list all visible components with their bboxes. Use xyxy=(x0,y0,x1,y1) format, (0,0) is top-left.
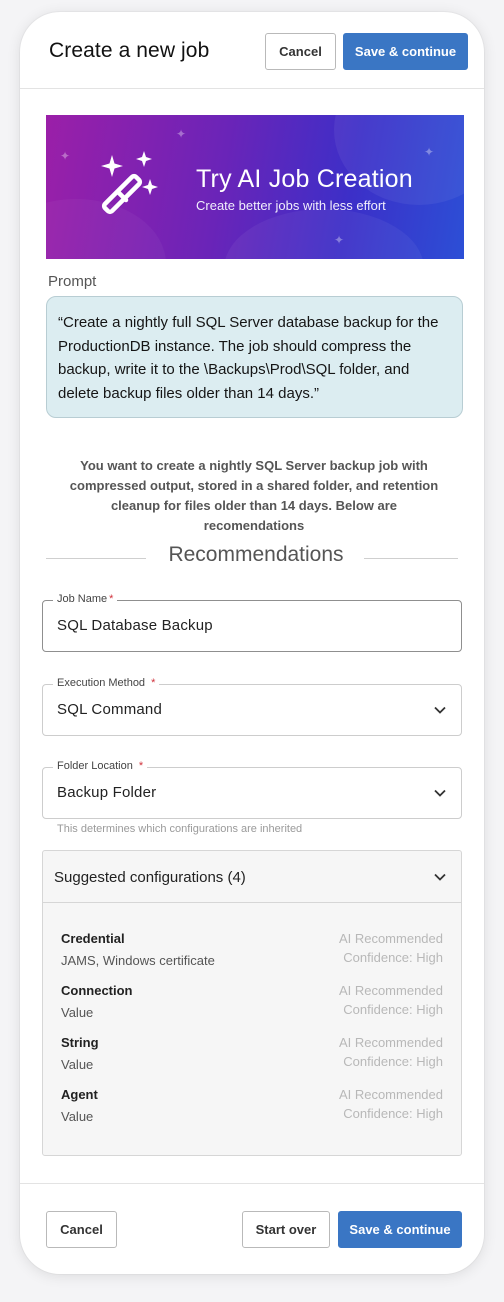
page-header: Create a new job Cancel Save & continue xyxy=(20,12,484,89)
ai-recommended-badge: AI Recommended xyxy=(338,931,443,946)
banner-title: Try AI Job Creation xyxy=(196,165,413,193)
page-title: Create a new job xyxy=(49,39,210,62)
execution-method-value[interactable]: SQL Command xyxy=(57,701,162,718)
config-name: Credential xyxy=(61,931,125,946)
suggested-configurations-panel: Suggested configurations (4) Credential … xyxy=(42,850,462,1156)
ai-recommended-badge: AI Recommended xyxy=(338,1035,443,1050)
folder-location-helper: This determines which configurations are… xyxy=(57,823,303,835)
ai-recommended-badge: AI Recommended xyxy=(338,1087,443,1102)
suggested-configurations-header[interactable]: Suggested configurations (4) xyxy=(43,851,461,903)
folder-location-value[interactable]: Backup Folder xyxy=(57,784,156,801)
config-value: Value xyxy=(61,1057,94,1072)
config-name: Agent xyxy=(61,1087,98,1102)
magic-wand-icon xyxy=(101,151,158,215)
config-value: Value xyxy=(61,1005,94,1020)
prompt-textbox[interactable]: “Create a nightly full SQL Server databa… xyxy=(46,296,463,418)
config-row-string[interactable]: String Value AI Recommended Confidence: … xyxy=(43,1035,461,1083)
chevron-down-icon[interactable] xyxy=(433,786,447,800)
config-row-credential[interactable]: Credential JAMS, Windows certificate AI … xyxy=(43,931,461,979)
divider-right xyxy=(364,558,458,559)
config-name: String xyxy=(61,1035,99,1050)
footer-save-continue-button[interactable]: Save & continue xyxy=(338,1211,462,1248)
cancel-button[interactable]: Cancel xyxy=(265,33,336,70)
footer-cancel-button[interactable]: Cancel xyxy=(46,1211,117,1248)
ai-recommended-badge: AI Recommended xyxy=(338,983,443,998)
job-name-field[interactable]: Job Name * SQL Database Backup xyxy=(42,593,462,652)
config-value: Value xyxy=(61,1109,94,1124)
config-row-connection[interactable]: Connection Value AI Recommended Confiden… xyxy=(43,983,461,1031)
page-footer: Cancel Start over Save & continue xyxy=(20,1183,484,1274)
confidence-text: Confidence: High xyxy=(343,1054,443,1069)
execution-method-select[interactable]: Execution Method * SQL Command xyxy=(42,677,462,736)
ai-job-creation-banner[interactable]: ✦ ✦ ✦ ✦ Try AI Job Creation Create bette… xyxy=(46,115,464,259)
job-name-value[interactable]: SQL Database Backup xyxy=(57,617,213,634)
config-name: Connection xyxy=(61,983,133,998)
start-over-button[interactable]: Start over xyxy=(242,1211,330,1248)
banner-subtitle: Create better jobs with less effort xyxy=(196,198,386,213)
chevron-down-icon[interactable] xyxy=(433,703,447,717)
folder-location-label: Folder Location * xyxy=(53,760,148,772)
confidence-text: Confidence: High xyxy=(343,1106,443,1121)
confidence-text: Confidence: High xyxy=(343,950,443,965)
suggested-configurations-title: Suggested configurations (4) xyxy=(54,869,246,886)
chevron-down-icon[interactable] xyxy=(433,870,447,884)
save-continue-button[interactable]: Save & continue xyxy=(343,33,468,70)
config-value: JAMS, Windows certificate xyxy=(61,953,215,968)
confidence-text: Confidence: High xyxy=(343,1002,443,1017)
config-row-agent[interactable]: Agent Value AI Recommended Confidence: H… xyxy=(43,1087,461,1135)
app-window: Create a new job Cancel Save & continue … xyxy=(20,12,484,1274)
job-name-label: Job Name * xyxy=(53,593,118,605)
prompt-label: Prompt xyxy=(48,273,97,290)
execution-method-label: Execution Method * xyxy=(53,677,160,689)
folder-location-select[interactable]: Folder Location * Backup Folder xyxy=(42,760,462,819)
recommendations-title: Recommendations xyxy=(168,543,344,566)
ai-summary-text: You want to create a nightly SQL Server … xyxy=(69,458,439,533)
